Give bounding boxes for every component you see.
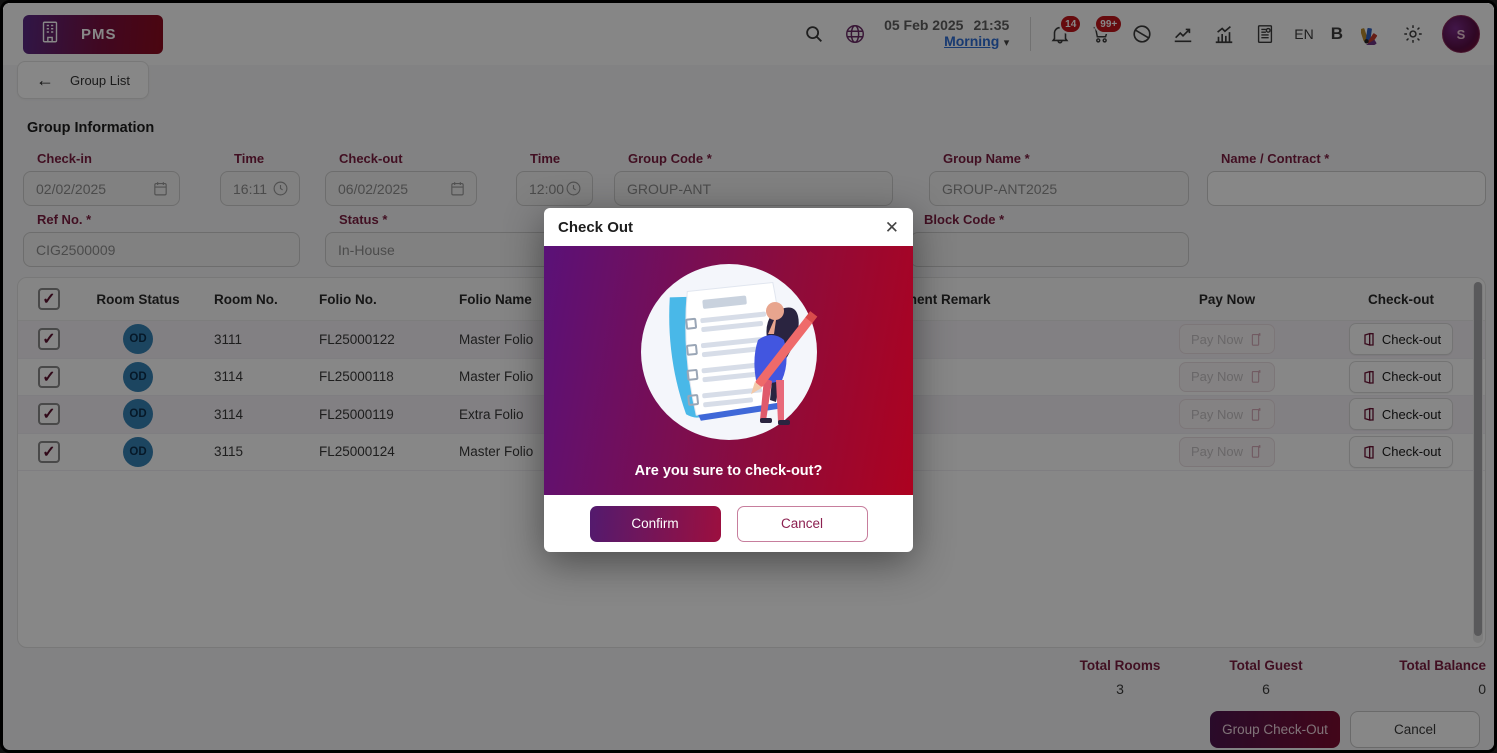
modal-message: Are you sure to check-out? bbox=[544, 463, 913, 479]
modal-title: Check Out bbox=[558, 219, 633, 236]
modal-header: Check Out ✕ bbox=[544, 208, 913, 246]
modal-cancel-button[interactable]: Cancel bbox=[737, 506, 868, 542]
modal-banner: Are you sure to check-out? bbox=[544, 246, 913, 495]
checkout-modal: Check Out ✕ bbox=[544, 208, 913, 552]
confirm-button[interactable]: Confirm bbox=[590, 506, 721, 542]
modal-footer: Confirm Cancel bbox=[544, 495, 913, 552]
pms-app-window: PMS 05 Feb 202521:35 Morning ▾ 14 99+ bbox=[0, 0, 1497, 753]
checkout-illustration bbox=[624, 254, 834, 454]
close-icon[interactable]: ✕ bbox=[885, 219, 899, 236]
